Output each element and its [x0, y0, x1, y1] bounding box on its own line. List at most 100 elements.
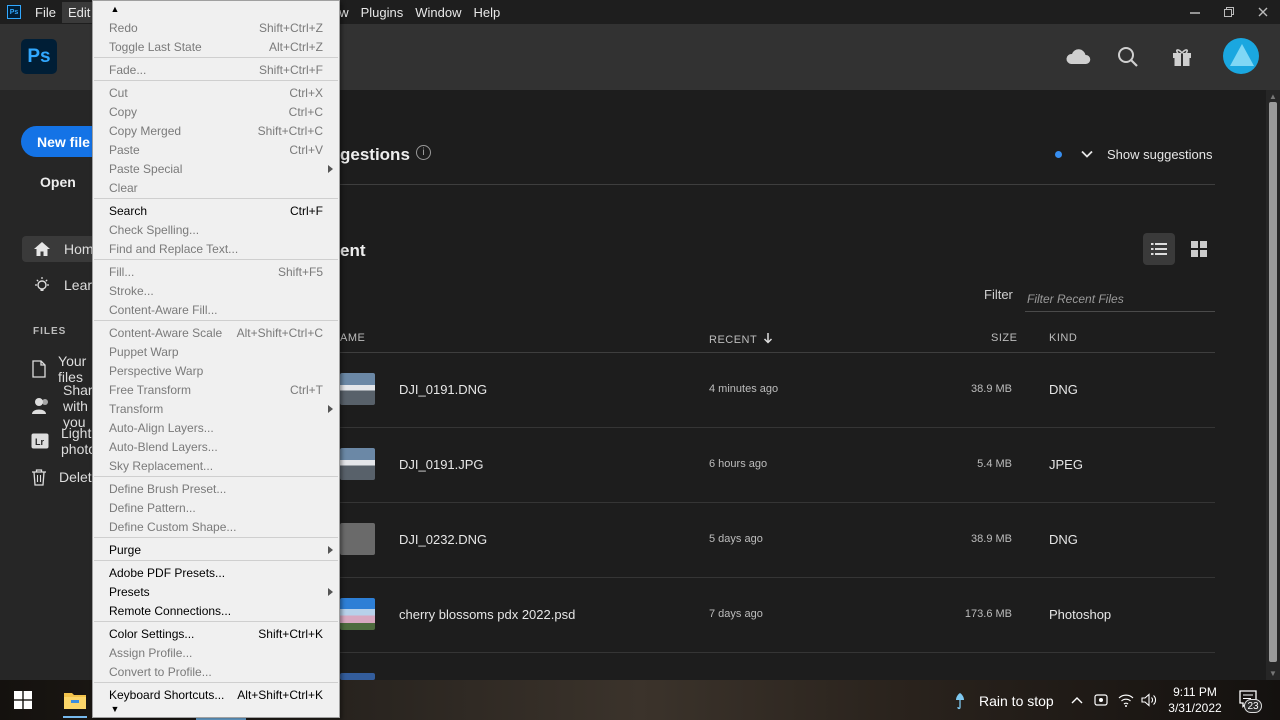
close-button[interactable] — [1246, 0, 1280, 24]
menu-item-fade[interactable]: Fade... Shift+Ctrl+F — [93, 60, 339, 79]
user-avatar[interactable] — [1223, 38, 1259, 74]
menu-item-clear[interactable]: Clear — [93, 178, 339, 197]
menu-item-fill[interactable]: Fill... Shift+F5 — [93, 262, 339, 281]
list-icon — [1151, 243, 1167, 255]
file-thumbnail — [340, 598, 375, 630]
menu-scroll-up-icon[interactable]: ▲ — [109, 3, 121, 15]
menu-item-check-spelling[interactable]: Check Spelling... — [93, 220, 339, 239]
menu-item-shortcut: Shift+Ctrl+K — [258, 626, 323, 641]
menu-item-adobe-pdf-presets[interactable]: Adobe PDF Presets... — [93, 563, 339, 582]
sidebar-item-learn[interactable]: Learn — [22, 272, 102, 298]
file-name: DJI_0191.JPG — [399, 457, 484, 472]
show-suggestions-toggle[interactable]: Show suggestions — [1107, 147, 1213, 162]
menu-item-label: Search — [109, 203, 148, 218]
menu-item-label: Stroke... — [109, 283, 154, 298]
chevron-down-icon[interactable] — [1080, 147, 1094, 161]
menu-item-search[interactable]: Search Ctrl+F — [93, 201, 339, 220]
grid-view-button[interactable] — [1183, 233, 1215, 265]
menu-item-convert-to-profile[interactable]: Convert to Profile... — [93, 662, 339, 681]
menu-item-label: Transform — [109, 401, 164, 416]
scrollbar-thumb[interactable] — [1269, 102, 1277, 662]
menu-item-cut[interactable]: Cut Ctrl+X — [93, 83, 339, 102]
menu-item-define-brush-preset[interactable]: Define Brush Preset... — [93, 479, 339, 498]
menu-item-find-and-replace-text[interactable]: Find and Replace Text... — [93, 239, 339, 258]
sidebar-item-lightroom[interactable]: Lr Lightroom photos — [21, 425, 123, 457]
file-explorer-button[interactable] — [60, 686, 90, 718]
menu-item-label: Define Brush Preset... — [109, 481, 227, 496]
info-icon[interactable]: i — [416, 145, 431, 160]
table-row[interactable]: DJI_0232.DNG 5 days ago 38.9 MB DNG — [340, 503, 1215, 578]
scroll-up-arrow-icon[interactable]: ▲ — [1269, 92, 1277, 101]
menu-item-auto-align-layers[interactable]: Auto-Align Layers... — [93, 418, 339, 437]
menu-item-transform[interactable]: Transform — [93, 399, 339, 418]
minimize-button[interactable] — [1178, 0, 1212, 24]
menu-item-purge[interactable]: Purge — [93, 540, 339, 559]
menu-item-stroke[interactable]: Stroke... — [93, 281, 339, 300]
menu-item-copy[interactable]: Copy Ctrl+C — [93, 102, 339, 121]
photoshop-app-icon[interactable]: Ps — [7, 5, 21, 19]
menu-item-paste-special[interactable]: Paste Special — [93, 159, 339, 178]
menu-item-toggle-last-state[interactable]: Toggle Last State Alt+Ctrl+Z — [93, 37, 339, 56]
menu-item-free-transform[interactable]: Free Transform Ctrl+T — [93, 380, 339, 399]
menu-item-label: Fade... — [109, 62, 147, 77]
menu-item-redo[interactable]: Redo Shift+Ctrl+Z — [93, 18, 339, 37]
table-row[interactable]: DJI_0191.JPG 6 hours ago 5.4 MB JPEG — [340, 428, 1215, 503]
menu-item-puppet-warp[interactable]: Puppet Warp — [93, 342, 339, 361]
menu-separator — [94, 621, 338, 622]
menu-plugins[interactable]: Plugins — [355, 2, 410, 23]
menu-item-color-settings[interactable]: Color Settings... Shift+Ctrl+K — [93, 624, 339, 643]
menu-item-shortcut: Alt+Shift+Ctrl+K — [237, 687, 323, 702]
menu-item-presets[interactable]: Presets — [93, 582, 339, 601]
start-button[interactable] — [8, 690, 38, 710]
column-header-kind[interactable]: KIND — [1049, 332, 1077, 344]
menu-item-keyboard-shortcuts[interactable]: Keyboard Shortcuts... Alt+Shift+Ctrl+K — [93, 685, 339, 704]
scroll-down-arrow-icon[interactable]: ▼ — [1269, 669, 1277, 678]
weather-widget[interactable]: Rain to stop — [955, 692, 1054, 710]
gift-icon[interactable] — [1169, 44, 1195, 70]
menu-item-paste[interactable]: Paste Ctrl+V — [93, 140, 339, 159]
menu-item-define-pattern[interactable]: Define Pattern... — [93, 498, 339, 517]
menu-item-assign-profile[interactable]: Assign Profile... — [93, 643, 339, 662]
menu-item-sky-replacement[interactable]: Sky Replacement... — [93, 456, 339, 475]
sidebar-item-deleted[interactable]: Deleted — [21, 464, 107, 490]
sidebar-item-shared[interactable]: Shared with you — [21, 382, 108, 430]
cloud-icon[interactable] — [1065, 44, 1091, 70]
column-header-name[interactable]: AME — [340, 332, 365, 344]
menu-scroll-down-icon[interactable]: ▼ — [109, 703, 121, 715]
sidebar-item-home[interactable]: Home — [22, 236, 102, 262]
search-icon[interactable] — [1115, 44, 1141, 70]
menu-item-auto-blend-layers[interactable]: Auto-Blend Layers... — [93, 437, 339, 456]
grid-icon — [1191, 241, 1207, 257]
menu-item-remote-connections[interactable]: Remote Connections... — [93, 601, 339, 620]
menu-item-copy-merged[interactable]: Copy Merged Shift+Ctrl+C — [93, 121, 339, 140]
menu-item-content-aware-fill[interactable]: Content-Aware Fill... — [93, 300, 339, 319]
table-row[interactable]: DJI_0191.DNG 4 minutes ago 38.9 MB DNG — [340, 353, 1215, 428]
column-header-size[interactable]: SIZE — [991, 332, 1017, 344]
svg-text:Lr: Lr — [35, 437, 44, 447]
file-size: 38.9 MB — [971, 533, 1012, 545]
table-row[interactable]: cherry blossoms pdx 2022.psd 7 days ago … — [340, 578, 1215, 653]
list-view-button[interactable] — [1143, 233, 1175, 265]
wifi-icon[interactable] — [1117, 692, 1135, 708]
filter-recent-files-input[interactable] — [1025, 286, 1215, 312]
menu-item-label: Sky Replacement... — [109, 458, 214, 473]
menu-window[interactable]: Window — [409, 2, 467, 23]
meet-now-icon[interactable] — [1092, 692, 1110, 708]
menu-file[interactable]: File — [29, 2, 62, 23]
table-row-partial[interactable] — [340, 653, 1215, 680]
vertical-scrollbar[interactable]: ▲ ▼ — [1266, 90, 1280, 680]
menu-item-define-custom-shape[interactable]: Define Custom Shape... — [93, 517, 339, 536]
menu-item-content-aware-scale[interactable]: Content-Aware Scale Alt+Shift+Ctrl+C — [93, 323, 339, 342]
open-button[interactable]: Open — [40, 174, 76, 190]
menu-item-perspective-warp[interactable]: Perspective Warp — [93, 361, 339, 380]
sort-down-arrow-icon — [763, 332, 773, 347]
clock-date: 3/31/2022 — [1168, 701, 1222, 715]
restore-button[interactable] — [1212, 0, 1246, 24]
volume-icon[interactable] — [1140, 692, 1158, 708]
menu-help[interactable]: Help — [468, 2, 507, 23]
column-header-recent[interactable]: RECENT — [709, 332, 773, 347]
system-clock[interactable]: 9:11 PM 3/31/2022 — [1165, 684, 1225, 716]
chevron-up-icon[interactable] — [1068, 692, 1086, 708]
sidebar-item-your-files[interactable]: Your files — [21, 353, 101, 385]
menu-separator — [94, 560, 338, 561]
